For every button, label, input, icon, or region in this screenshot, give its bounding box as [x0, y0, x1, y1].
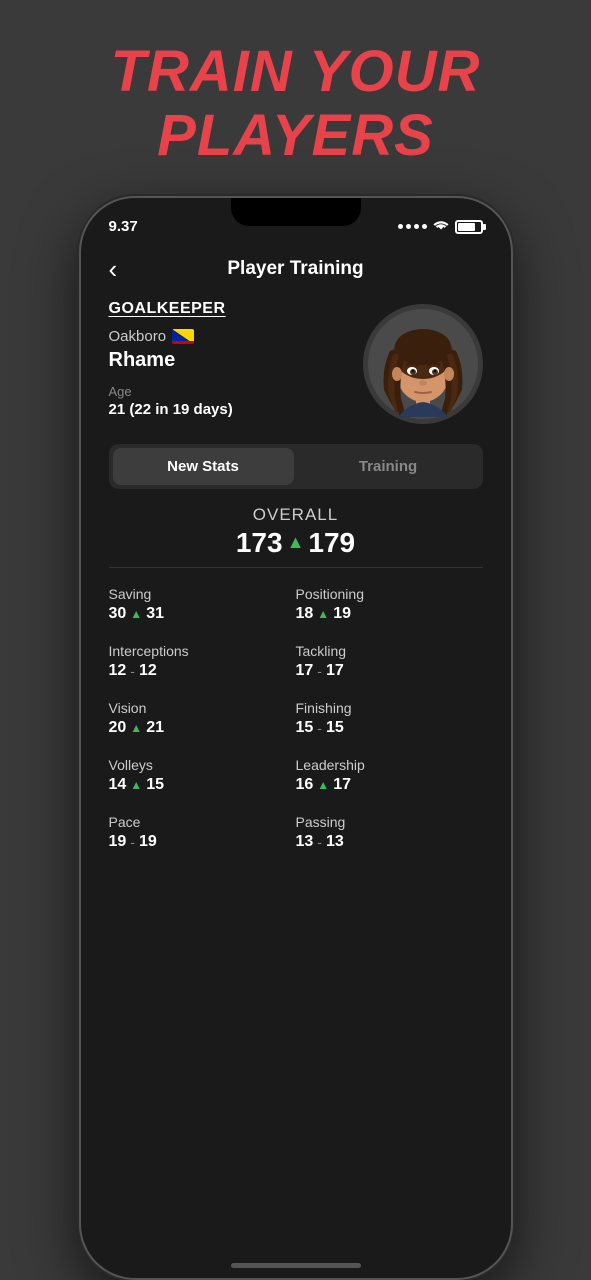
stat-values: 15 - 15 — [296, 719, 483, 737]
stat-old-value: 12 — [109, 662, 127, 680]
stat-separator: - — [130, 663, 135, 679]
stat-values: 16▲ 17 — [296, 776, 483, 794]
status-icons — [398, 219, 483, 235]
stat-name: Positioning — [296, 586, 483, 602]
tab-training[interactable]: Training — [298, 448, 479, 485]
page-header: TRAIN YOURPLAYERS — [111, 40, 481, 168]
wifi-icon — [433, 219, 449, 235]
stats-grid: Saving30▲31Positioning18▲19Interceptions… — [109, 576, 483, 861]
stat-values: 19 - 19 — [109, 833, 296, 851]
stat-separator: - — [317, 720, 322, 736]
player-name: Rhame — [109, 349, 363, 372]
signal-dots — [398, 224, 427, 229]
overall-label: OVERALL — [109, 505, 483, 525]
stat-old-value: 20 — [109, 719, 127, 737]
stat-item: Volleys 14▲ 15 — [109, 747, 296, 804]
stat-new-value: 31 — [146, 605, 164, 623]
stat-item: Interceptions 12 - 12 — [109, 633, 296, 690]
home-indicator — [231, 1263, 361, 1268]
phone-shell: 9.37 ‹ Player Training — [81, 198, 511, 1278]
stat-new-value: 19 — [139, 833, 157, 851]
stat-name: Volleys — [109, 757, 296, 773]
stat-separator: - — [317, 834, 322, 850]
stat-name: Leadership — [296, 757, 483, 773]
stat-item: Tackling 17 - 17 — [296, 633, 483, 690]
overall-values: 173 ▲ 179 — [109, 527, 483, 559]
battery-icon — [455, 220, 483, 234]
stat-values: 30▲ 31 — [109, 605, 296, 623]
stat-item: Pace 19 - 19 — [109, 804, 296, 861]
stat-values: 18▲ 19 — [296, 605, 483, 623]
stat-item: Positioning 18▲ 19 — [296, 576, 483, 633]
stat-old-value: 16 — [296, 776, 314, 794]
stat-name: Tackling — [296, 643, 483, 659]
stat-separator: - — [317, 663, 322, 679]
stat-name: Pace — [109, 814, 296, 830]
stat-old-value: 19 — [109, 833, 127, 851]
status-time: 9.37 — [109, 218, 138, 235]
player-info: GOALKEEPER Oakboro Rhame Age 21 (22 in 1… — [109, 300, 363, 418]
stat-old-value: 14 — [109, 776, 127, 794]
stat-old-value: 17 — [296, 662, 314, 680]
player-position: GOALKEEPER — [109, 300, 363, 318]
stat-values: 20▲ 21 — [109, 719, 296, 737]
stat-values: 13 - 13 — [296, 833, 483, 851]
player-section: GOALKEEPER Oakboro Rhame Age 21 (22 in 1… — [109, 300, 483, 424]
stat-values: 17 - 17 — [296, 662, 483, 680]
stat-old-value: 15 — [296, 719, 314, 737]
tab-new-stats[interactable]: New Stats — [113, 448, 294, 485]
stat-item: Saving 30▲ 31 — [109, 576, 296, 633]
nav-header: ‹ Player Training — [109, 242, 483, 292]
stat-up-arrow: ▲ — [130, 721, 142, 735]
stat-up-arrow: ▲ — [317, 778, 329, 792]
overall-up-arrow: ▲ — [287, 532, 305, 553]
player-club: Oakboro — [109, 328, 363, 345]
stat-name: Vision — [109, 700, 296, 716]
stat-new-value: 12 — [139, 662, 157, 680]
age-label: Age — [109, 384, 363, 399]
player-age: 21 (22 in 19 days) — [109, 401, 363, 418]
stat-new-value: 15 — [146, 776, 164, 794]
stat-up-arrow: ▲ — [130, 778, 142, 792]
player-avatar — [363, 304, 483, 424]
stat-new-value: 19 — [333, 605, 351, 623]
phone-notch — [231, 198, 361, 226]
stat-name: Finishing — [296, 700, 483, 716]
stat-up-arrow: ▲ — [317, 607, 329, 621]
stat-name: Interceptions — [109, 643, 296, 659]
stat-new-value: 17 — [333, 776, 351, 794]
overall-old-value: 173 — [236, 527, 283, 559]
page-title: TRAIN YOURPLAYERS — [111, 40, 481, 168]
stat-item: Vision 20▲ 21 — [109, 690, 296, 747]
stat-values: 12 - 12 — [109, 662, 296, 680]
stat-new-value: 13 — [326, 833, 344, 851]
overall-divider — [109, 567, 483, 568]
country-flag — [172, 329, 194, 344]
stat-new-value: 21 — [146, 719, 164, 737]
tab-bar: New Stats Training — [109, 444, 483, 489]
stat-item: Leadership 16▲ 17 — [296, 747, 483, 804]
stat-old-value: 30 — [109, 605, 127, 623]
overall-new-value: 179 — [308, 527, 355, 559]
back-button[interactable]: ‹ — [109, 256, 118, 282]
stat-values: 14▲ 15 — [109, 776, 296, 794]
phone-content: ‹ Player Training GOALKEEPER Oakboro — [81, 242, 511, 1278]
stat-item: Passing 13 - 13 — [296, 804, 483, 861]
stat-item: Finishing 15 - 15 — [296, 690, 483, 747]
stat-name: Passing — [296, 814, 483, 830]
stat-old-value: 18 — [296, 605, 314, 623]
stat-name: Saving — [109, 586, 296, 602]
stat-old-value: 13 — [296, 833, 314, 851]
overall-section: OVERALL 173 ▲ 179 — [109, 505, 483, 559]
screen-title: Player Training — [227, 258, 363, 280]
stat-separator: - — [130, 834, 135, 850]
club-name: Oakboro — [109, 328, 167, 345]
stat-new-value: 17 — [326, 662, 344, 680]
stat-new-value: 15 — [326, 719, 344, 737]
stat-up-arrow: ▲ — [130, 607, 142, 621]
